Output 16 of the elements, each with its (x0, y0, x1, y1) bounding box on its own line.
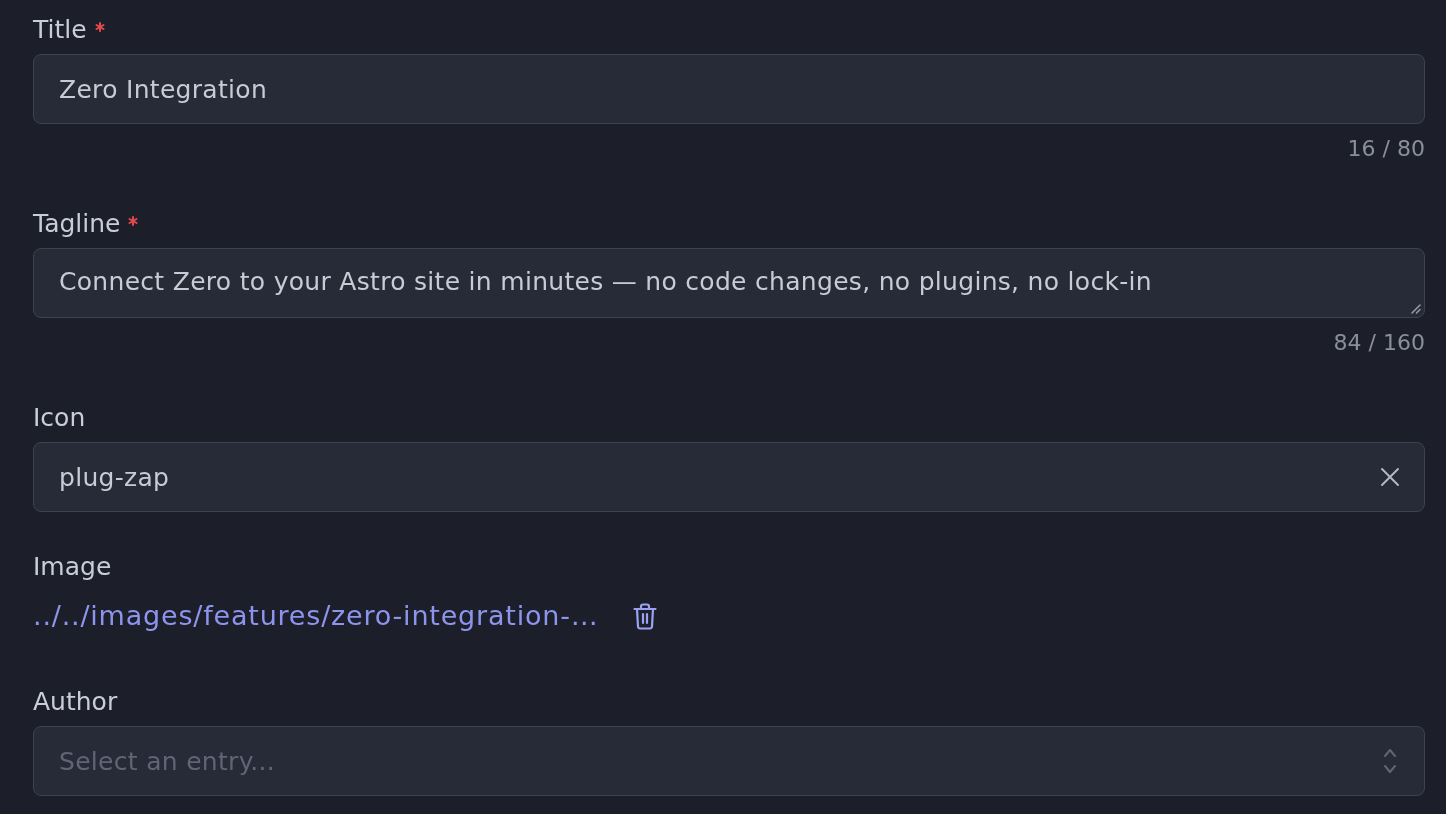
delete-button[interactable] (632, 602, 657, 630)
resize-handle-icon[interactable] (1411, 304, 1421, 314)
field-label: Author (33, 687, 118, 717)
icon-name-field[interactable]: plug-zap (33, 442, 1425, 512)
text-input-field[interactable]: Zero Integration (33, 54, 1425, 124)
chevron-up-down-icon[interactable] (1383, 748, 1397, 774)
select-field[interactable]: Select an entry... (33, 726, 1425, 796)
field-label: Tagline (33, 209, 121, 239)
character-counter: 84 / 160 (1333, 330, 1425, 356)
file-path-link[interactable]: ../../images/features/zero-integration-… (33, 601, 599, 631)
field-label: Icon (33, 403, 86, 433)
field-label: Image (33, 552, 112, 582)
field-label: Title (33, 15, 87, 45)
character-counter: 16 / 80 (1347, 136, 1425, 162)
clear-button[interactable] (1380, 467, 1400, 487)
text-area-field[interactable]: Connect Zero to your Astro site in minutes — no code changes, no plugins, no lock-in (33, 248, 1425, 318)
